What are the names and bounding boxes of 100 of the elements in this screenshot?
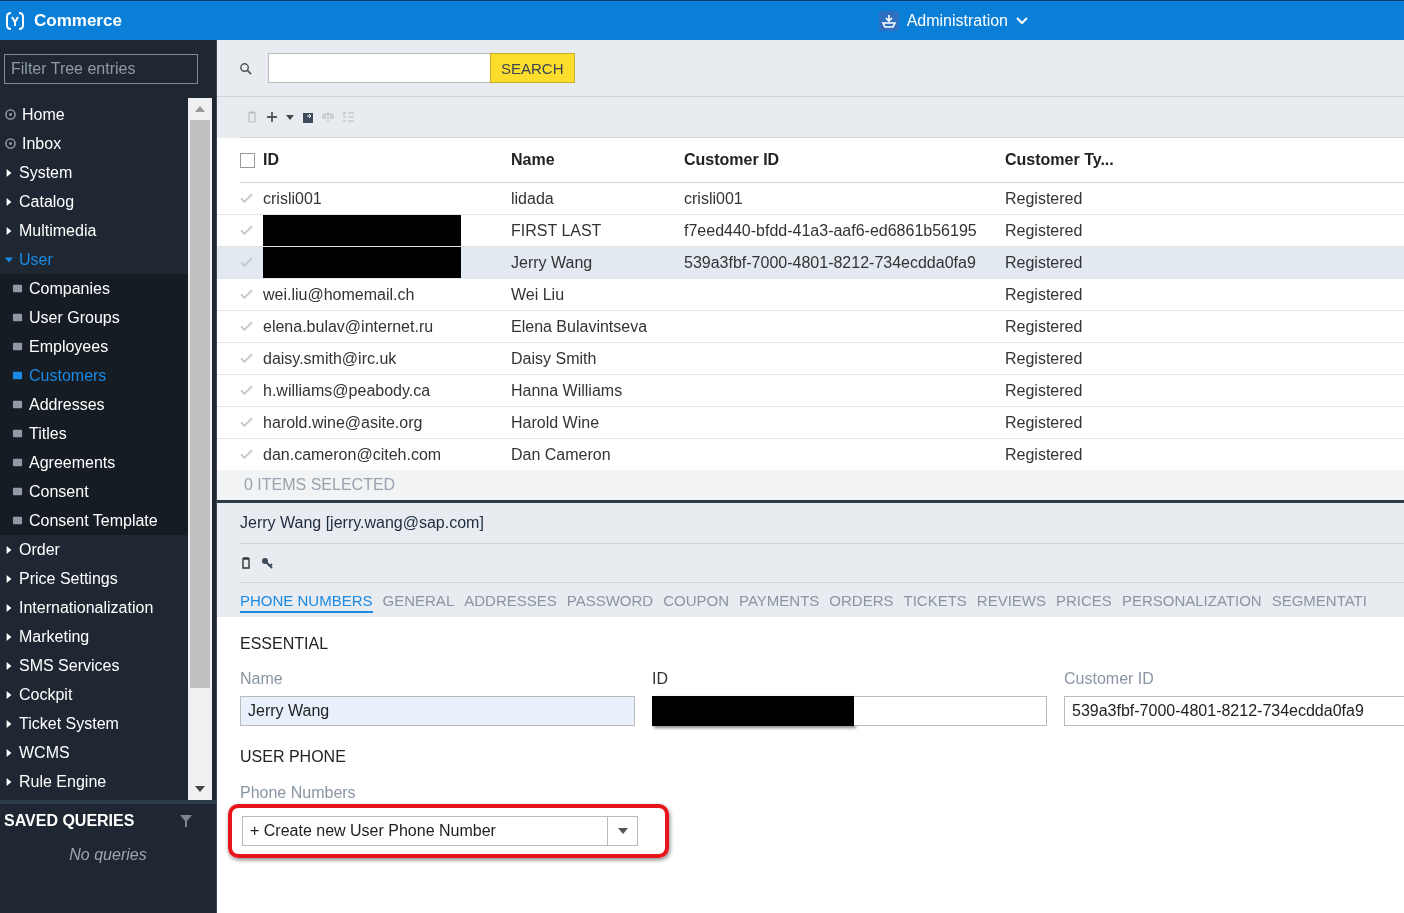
app-title: Commerce [34,10,122,31]
selection-count: 0 ITEMS SELECTED [244,476,396,494]
tree-item[interactable]: WCMS [0,738,188,767]
tree-item[interactable]: Multimedia [0,216,188,245]
caret-down-icon[interactable] [617,828,628,834]
tree-item[interactable]: Employees [0,332,188,361]
table-cell: elena.bulav@internet.ru [263,317,434,336]
column-header[interactable]: Customer Ty... [1005,151,1404,169]
node-icon [12,457,23,468]
table-cell: FIRST LAST [511,221,602,240]
logo-icon [6,10,24,31]
select-all-checkbox[interactable] [240,152,255,168]
table-cell: Hanna Williams [511,381,623,400]
tree-item[interactable]: Agreements [0,448,188,477]
node-icon [12,312,23,323]
search-field[interactable] [268,53,490,83]
column-header[interactable]: Name [511,151,684,169]
node-icon [12,341,23,352]
tree-item[interactable]: Customers [0,361,188,390]
table-cell: Jerry Wang [511,253,593,272]
table-cell: crisli001 [263,189,322,208]
table-row[interactable]: wei.liu@homemail.ch Wei Liu Registered [217,279,1404,311]
field-label: Name [240,670,284,688]
table-cell: Daisy Smith [511,349,597,368]
tree-item[interactable]: Inbox [0,129,188,158]
input-field[interactable] [854,696,1047,726]
column-header[interactable]: Customer ID [684,151,1005,169]
caret-right-icon [5,660,13,671]
node-icon [12,283,23,294]
caret-right-icon [5,631,13,642]
tree-item[interactable]: Home [0,100,188,129]
table-cell: Dan Cameron [511,445,611,464]
table-cell: Registered [1005,285,1083,304]
table-cell: Registered [1005,221,1083,240]
tree-item[interactable]: Consent Template [0,506,188,535]
tree-item[interactable]: Addresses [0,390,188,419]
section-title: USER PHONE [240,748,346,766]
delete-icon[interactable] [240,557,252,569]
node-icon [12,399,23,410]
table-cell: Elena Bulavintseva [511,317,648,336]
tree-item[interactable]: Internationalization [0,593,188,622]
table-row[interactable]: harold.wine@asite.org Harold Wine Registered [217,407,1404,439]
table-cell: crisli001 [684,189,743,208]
tree-item[interactable]: Companies [0,274,188,303]
tree-item[interactable]: Marketing [0,622,188,651]
caret-right-icon [5,776,13,787]
table-row[interactable]: h.williams@peabody.ca Hanna Williams Registered [217,375,1404,407]
scrollbar[interactable] [188,98,212,800]
input-field[interactable]: 539a3fbf-7000-4801-8212-734ecdda0fa9 [1064,696,1404,726]
table-cell: Harold Wine [511,413,600,432]
table-cell: wei.liu@homemail.ch [263,285,415,304]
check-icon [240,417,253,428]
key-icon[interactable] [261,557,273,569]
tree-item[interactable]: SMS Services [0,651,188,680]
search-button[interactable]: SEARCH [490,53,575,83]
checklist-icon[interactable] [342,111,354,123]
table-cell: h.williams@peabody.ca [263,381,431,400]
table-cell: lidada [511,189,554,208]
caret-down-icon[interactable] [286,114,294,120]
tree-item[interactable]: Catalog [0,187,188,216]
input-field[interactable]: Jerry Wang [240,696,635,726]
table-cell: daisy.smith@irc.uk [263,349,397,368]
node-icon [12,486,23,497]
create-dropdown[interactable]: + Create new User Phone Number [242,816,638,846]
add-icon[interactable] [266,111,278,123]
tree-item[interactable]: Consent [0,477,188,506]
node-icon [12,370,23,381]
tree-item[interactable]: Order [0,535,188,564]
tree-item[interactable]: User [0,245,188,274]
caret-right-icon [5,544,13,555]
export-icon[interactable] [302,111,314,123]
empty-message: No queries [68,846,148,864]
scroll-down-icon[interactable] [195,786,205,792]
table-row[interactable]: Jerry Wang 539a3fbf-7000-4801-8212-734ecdda0fa9 Registered [217,247,1404,279]
scroll-up-icon[interactable] [195,106,205,112]
caret-right-icon [5,225,13,236]
tree-item[interactable]: Cockpit [0,680,188,709]
table-cell: dan.cameron@citeh.com [263,445,442,464]
tree-item[interactable]: Price Settings [0,564,188,593]
tree-item[interactable]: Rule Engine [0,767,188,796]
check-icon [240,193,253,204]
saved-queries-title: SAVED QUERIES [4,812,135,830]
filter-icon[interactable] [180,815,192,827]
tree-item[interactable]: System [0,158,188,187]
perspective-menu[interactable]: Administration [878,10,1028,31]
search-icon[interactable] [239,61,252,75]
node-icon [12,428,23,439]
table-cell: Registered [1005,253,1083,272]
filter-field[interactable]: Filter Tree entries [4,54,198,84]
table-cell: Registered [1005,317,1083,336]
tree-item[interactable]: Ticket System [0,709,188,738]
tree-item[interactable]: Titles [0,419,188,448]
column-header[interactable]: ID [263,151,511,169]
table-cell: f7eed440-bfdd-41a3-aaf6-ed6861b56195 [684,221,977,240]
tree-item[interactable]: User Groups [0,303,188,332]
table-row[interactable]: daisy.smith@irc.uk Daisy Smith Registered [217,343,1404,375]
check-icon [240,449,253,460]
table-row[interactable]: elena.bulav@internet.ru Elena Bulavintseva Registered [217,311,1404,343]
table-cell: Registered [1005,349,1083,368]
check-icon [240,225,253,236]
